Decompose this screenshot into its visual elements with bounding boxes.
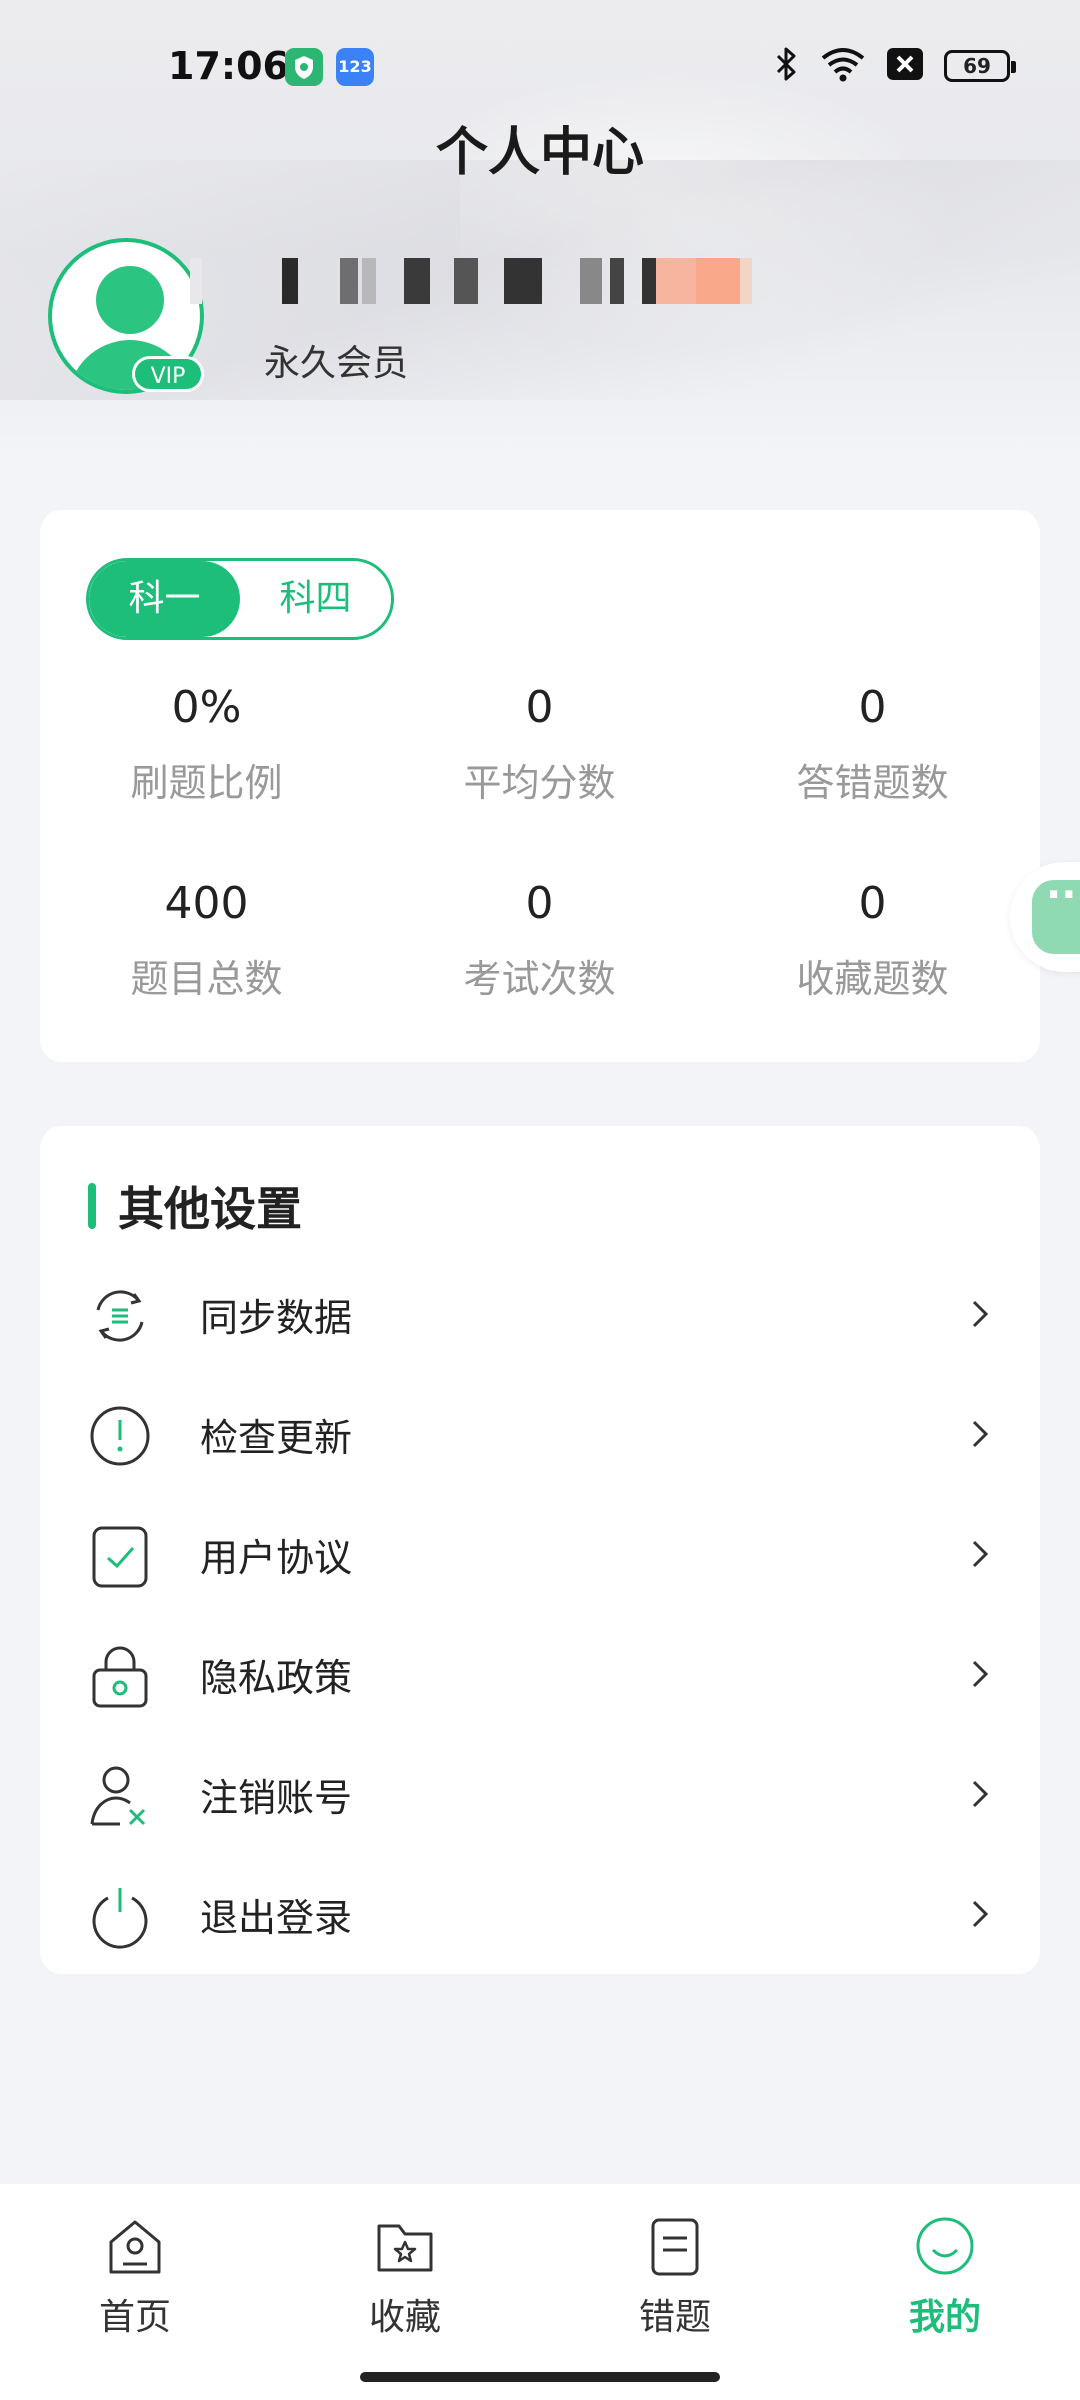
chevron-right-icon [960, 1414, 1000, 1454]
bottom-nav: 首页 收藏 错题 我的 [0, 2184, 1080, 2400]
stat-value: 0 [525, 878, 554, 929]
chevron-right-icon [960, 1774, 1000, 1814]
menu-label: 用户协议 [200, 1535, 353, 1580]
menu-label: 隐私政策 [200, 1655, 353, 1700]
stat-exam-count: 0 考试次数 [373, 874, 706, 1003]
stat-value: 0% [171, 682, 242, 733]
bluetooth-icon [772, 46, 800, 86]
stat-label: 收藏题数 [796, 957, 949, 1001]
more-dots-icon: ·· [1046, 872, 1077, 918]
chevron-right-icon [960, 1894, 1000, 1934]
stat-practice-ratio: 0% 刷题比例 [40, 678, 373, 807]
stat-total-questions: 400 题目总数 [40, 874, 373, 1003]
stat-value: 400 [164, 878, 249, 929]
app-123-icon: 123 [336, 48, 374, 86]
sync-icon [86, 1282, 154, 1350]
avatar-head [96, 266, 164, 334]
nav-wrong-questions[interactable]: 错题 [540, 2214, 810, 2340]
menu-label: 退出登录 [200, 1895, 353, 1940]
checkbox-icon [86, 1522, 154, 1590]
section-accent-bar [88, 1183, 96, 1229]
stat-value: 0 [525, 682, 554, 733]
user-remove-icon [86, 1762, 154, 1830]
nav-label: 错题 [638, 2297, 711, 2338]
alert-circle-icon [86, 1402, 154, 1470]
subject-toggle: 科一 科四 [86, 558, 394, 640]
shield-app-icon [285, 48, 323, 86]
settings-card: 其他设置 同步数据 检查更新 用户协议 隐私政策 注销账号 退出登录 [40, 1126, 1040, 1974]
nav-mine[interactable]: 我的 [810, 2214, 1080, 2340]
vip-badge: VIP [132, 356, 204, 392]
username-redacted [190, 258, 770, 304]
page-title: 个人中心 [435, 123, 644, 183]
status-time: 17:06 [168, 44, 289, 88]
power-icon [86, 1882, 154, 1950]
stat-value: 0 [858, 878, 887, 929]
lock-icon [86, 1642, 154, 1710]
menu-label: 检查更新 [200, 1415, 353, 1460]
menu-label: 注销账号 [200, 1775, 353, 1820]
chevron-right-icon [960, 1294, 1000, 1334]
stat-label: 考试次数 [463, 957, 616, 1001]
nav-favorites[interactable]: 收藏 [270, 2214, 540, 2340]
smile-icon [913, 2214, 977, 2278]
sim-off-icon [886, 47, 924, 85]
chevron-right-icon [960, 1534, 1000, 1574]
status-icons: 69 [772, 44, 1016, 88]
stat-value: 0 [858, 682, 887, 733]
home-icon [103, 2214, 167, 2278]
wifi-icon [820, 46, 866, 86]
settings-header: 其他设置 [88, 1176, 302, 1236]
menu-user-agreement[interactable]: 用户协议 [40, 1494, 1040, 1614]
battery-indicator: 69 [944, 50, 1016, 82]
menu-label: 同步数据 [200, 1295, 353, 1340]
member-type: 永久会员 [264, 343, 409, 384]
stat-label: 平均分数 [463, 761, 616, 805]
stat-average-score: 0 平均分数 [373, 678, 706, 807]
nav-label: 首页 [98, 2297, 171, 2338]
stats-card: 科一 科四 0% 刷题比例 0 平均分数 0 答错题数 400 题目总数 0 考… [40, 510, 1040, 1062]
stat-wrong-count[interactable]: 0 答错题数 [706, 678, 1039, 807]
document-icon [643, 2214, 707, 2278]
chevron-right-icon [960, 1654, 1000, 1694]
nav-label: 收藏 [368, 2297, 441, 2338]
menu-logout[interactable]: 退出登录 [40, 1854, 1040, 1974]
stat-label: 答错题数 [796, 761, 949, 805]
folder-star-icon [373, 2214, 437, 2278]
menu-check-update[interactable]: 检查更新 [40, 1374, 1040, 1494]
nav-label: 我的 [908, 2297, 981, 2338]
stat-label: 题目总数 [130, 957, 283, 1001]
settings-title: 其他设置 [118, 1182, 302, 1236]
menu-sync-data[interactable]: 同步数据 [40, 1254, 1040, 1374]
menu-privacy-policy[interactable]: 隐私政策 [40, 1614, 1040, 1734]
nav-home[interactable]: 首页 [0, 2214, 270, 2340]
stat-label: 刷题比例 [130, 761, 283, 805]
tab-subject-4[interactable]: 科四 [240, 561, 391, 637]
tab-subject-1[interactable]: 科一 [89, 561, 240, 637]
home-indicator[interactable] [360, 2372, 720, 2382]
menu-delete-account[interactable]: 注销账号 [40, 1734, 1040, 1854]
stat-favorite-count[interactable]: 0 收藏题数 [706, 874, 1039, 1003]
